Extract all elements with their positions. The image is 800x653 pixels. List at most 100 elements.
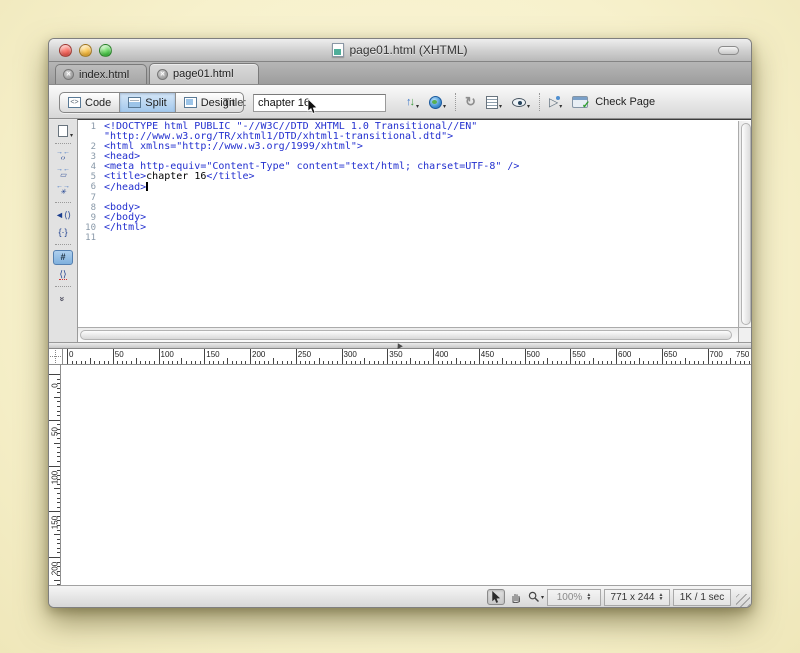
zoom-level-value: 100% xyxy=(556,592,583,603)
select-parent-tag-button[interactable]: ◄⟨⟩ xyxy=(52,208,74,222)
horizontal-ruler[interactable]: 0 50 100 150 200 250 300 350 400 450 500 550 600 650 7… xyxy=(63,349,751,365)
validate-markup-button[interactable]: ▷ ▾ xyxy=(544,91,567,113)
code-row[interactable]: 5 <title>chapter 16</title> xyxy=(78,172,737,183)
code-text[interactable]: </html> xyxy=(100,223,146,233)
window-size-select[interactable]: 771 x 244 ▲ ▼ xyxy=(604,589,670,606)
expand-all-icon: ←→ ✳ xyxy=(56,183,70,196)
code-row[interactable]: 9 </body> xyxy=(78,213,737,224)
coding-toolbar: →←‹› →←▭ ←→✳ ◄⟨⟩ {·} # ⟨⟩ » xyxy=(49,120,77,342)
title-field-label: Title: xyxy=(223,97,247,109)
select-tool-button[interactable] xyxy=(487,589,505,605)
close-tab-icon[interactable]: ✕ xyxy=(157,68,168,80)
code-row[interactable]: 7 xyxy=(78,193,737,203)
minimize-window-button[interactable] xyxy=(79,44,92,57)
vertical-ruler[interactable]: 0 50 100 150 200 xyxy=(49,365,61,585)
code-row[interactable]: 11 xyxy=(78,233,737,243)
horizontal-scrollbar-thumb[interactable] xyxy=(80,330,732,340)
horizontal-scrollbar[interactable] xyxy=(78,327,738,342)
ruler-label: 550 xyxy=(572,350,586,359)
highlight-invalid-code-button[interactable]: ⟨⟩ xyxy=(52,267,74,281)
document-title-input[interactable] xyxy=(253,94,386,112)
code-text[interactable]: </head> xyxy=(100,182,149,193)
document-proxy-icon[interactable] xyxy=(332,43,345,57)
view-options-icon xyxy=(485,95,498,109)
double-chevron-icon: » xyxy=(57,296,68,302)
format-source-code-button[interactable]: » xyxy=(52,292,74,306)
line-number: 7 xyxy=(90,193,96,203)
code-row[interactable]: 10 </html> xyxy=(78,223,737,234)
ruler-label: 300 xyxy=(343,350,357,359)
chevron-down-icon: ▾ xyxy=(526,104,530,110)
line-number: 4 xyxy=(90,162,96,172)
line-numbers-button[interactable]: # xyxy=(52,249,74,265)
vertical-scrollbar[interactable] xyxy=(738,121,751,328)
open-documents-icon xyxy=(58,125,73,139)
chevron-down-icon: ▾ xyxy=(559,104,563,110)
line-numbers-icon: # xyxy=(53,249,73,265)
close-window-button[interactable] xyxy=(59,44,72,57)
hand-tool-icon xyxy=(512,594,520,603)
design-view-canvas[interactable] xyxy=(61,365,751,585)
coding-toolbar-separator xyxy=(55,143,71,144)
check-page-button[interactable]: Check Page xyxy=(567,91,660,113)
ruler-label: 650 xyxy=(663,350,678,359)
ruler-label: 100 xyxy=(160,350,174,359)
tab-label: page01.html xyxy=(173,68,234,80)
code-design-splitter[interactable] xyxy=(49,341,751,350)
toolbar-toggle-button[interactable] xyxy=(718,46,739,55)
preview-in-browser-button[interactable]: ▾ xyxy=(424,91,451,113)
traffic-lights xyxy=(59,44,112,57)
ruler-origin-corner[interactable] xyxy=(49,349,63,365)
zoom-tool-button[interactable]: ▾ xyxy=(527,589,545,605)
resize-grip[interactable] xyxy=(736,594,750,607)
collapse-full-tag-button[interactable]: →← ‹› xyxy=(52,149,74,163)
ruler-label: 600 xyxy=(618,350,632,359)
code-row[interactable]: 8 <body> xyxy=(78,203,737,214)
ruler-label: 500 xyxy=(526,350,540,359)
view-options-button[interactable]: ▾ xyxy=(481,91,507,113)
visual-aids-button[interactable]: ▾ xyxy=(507,91,535,113)
window-title: page01.html (XHTML) xyxy=(349,43,468,57)
tab-page01-html[interactable]: ✕ page01.html xyxy=(149,63,259,84)
balance-braces-icon: {·} xyxy=(58,227,68,237)
expand-all-button[interactable]: ←→ ✳ xyxy=(52,183,74,197)
select-parent-tag-icon: ◄⟨⟩ xyxy=(55,209,71,220)
balance-braces-button[interactable]: {·} xyxy=(52,225,74,239)
code-text[interactable] xyxy=(100,233,104,243)
code-row[interactable]: 2 <html xmlns="http://www.w3.org/1999/xht… xyxy=(78,142,737,153)
code-row[interactable]: 6 </head> xyxy=(78,182,737,193)
status-tools: ▾ xyxy=(487,589,545,605)
file-management-button[interactable]: ↑ ↓ ▾ xyxy=(401,91,424,113)
ruler-label: 150 xyxy=(206,350,220,359)
text-caret xyxy=(146,182,149,191)
split-view-label: Split xyxy=(145,96,167,109)
code-view[interactable]: 1 <!DOCTYPE html PUBLIC "-//W3C//DTD XHTM… xyxy=(77,119,751,342)
tab-index-html[interactable]: ✕ index.html xyxy=(55,64,147,84)
select-tool-icon xyxy=(492,590,501,603)
close-tab-icon[interactable]: ✕ xyxy=(63,69,74,80)
code-text[interactable]: <title>chapter 16</title> xyxy=(100,172,255,182)
collapse-full-tag-icon: →← ‹› xyxy=(56,149,70,162)
line-number: 2 xyxy=(90,142,96,152)
hand-tool-button[interactable] xyxy=(507,589,525,605)
zoom-window-button[interactable] xyxy=(99,44,112,57)
zoom-level-select[interactable]: 100% ▲ ▼ xyxy=(547,589,601,606)
split-view-button[interactable]: Split xyxy=(120,93,176,112)
chevron-down-icon: ▾ xyxy=(443,104,447,110)
globe-icon xyxy=(429,95,443,109)
download-stats-value: 1K / 1 sec xyxy=(679,592,725,603)
window-size-value: 771 x 244 xyxy=(610,592,655,603)
line-number: 10 xyxy=(85,223,96,233)
document-toolbar: <> Code Split Design Title: ↑↓▾ ▾ xyxy=(49,85,751,119)
title-bar[interactable]: page01.html (XHTML) xyxy=(49,39,751,62)
mouse-pointer xyxy=(307,99,318,114)
code-view-icon: <> xyxy=(68,97,81,108)
refresh-design-view-button[interactable]: ↻ xyxy=(460,91,481,113)
vertical-scrollbar-thumb[interactable] xyxy=(741,123,751,325)
code-lines[interactable]: 1 <!DOCTYPE html PUBLIC "-//W3C//DTD XHTM… xyxy=(78,122,737,244)
collapse-selection-button[interactable]: →← ▭ xyxy=(52,166,74,180)
chevron-down-icon: ▾ xyxy=(498,104,502,110)
open-documents-button[interactable] xyxy=(52,124,74,139)
code-view-button[interactable]: <> Code xyxy=(60,93,121,112)
check-page-icon xyxy=(572,96,590,111)
